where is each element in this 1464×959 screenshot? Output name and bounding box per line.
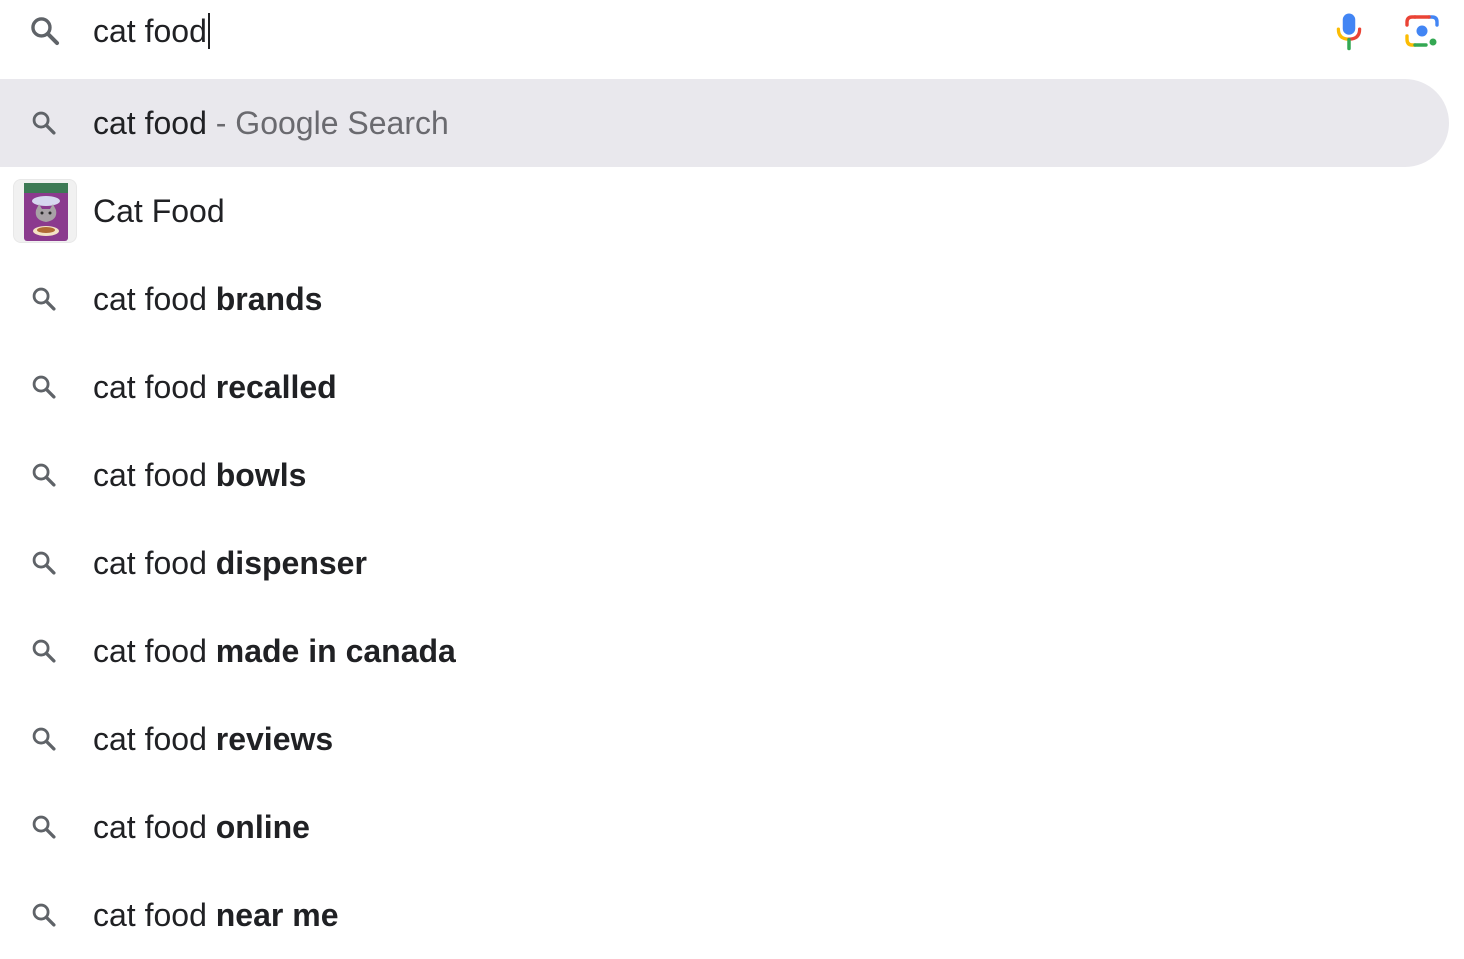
search-icon (32, 551, 56, 575)
suggestion-text: cat food made in canada (93, 607, 456, 695)
suggestion-prefix: cat food (93, 809, 207, 845)
suggestion-text: cat food dispenser (93, 519, 367, 607)
search-query-text: cat food (93, 13, 207, 49)
suggestion-completion: made in canada (206, 633, 456, 669)
search-bar[interactable]: cat food (0, 0, 1464, 62)
lens-icon[interactable] (1404, 14, 1440, 48)
suggestion-prefix: cat food (93, 545, 207, 581)
suggestion-completion: dispenser (206, 545, 367, 581)
text-caret (207, 13, 210, 49)
suggestion-prefix: cat food (93, 369, 207, 405)
suggestion-text: cat food online (93, 783, 310, 871)
search-icon (32, 111, 56, 135)
suggestion-prefix: cat food (93, 897, 207, 933)
search-icon (32, 375, 56, 399)
suggestion-prefix: cat food (93, 633, 207, 669)
suggestion-item[interactable]: cat food recalled (0, 343, 1449, 431)
suggestion-prefix: cat food (93, 721, 207, 757)
suggestion-item[interactable]: Cat Food (0, 167, 1449, 255)
suggestion-item[interactable]: cat food brands (0, 255, 1449, 343)
suggestion-label: Cat Food (93, 193, 225, 229)
search-icon (32, 815, 56, 839)
suggestion-text: cat food - Google Search (93, 79, 449, 167)
search-icon (32, 639, 56, 663)
search-input[interactable]: cat food (93, 10, 210, 52)
search-icon (31, 17, 60, 46)
search-icon (32, 903, 56, 927)
suggestion-prefix: cat food (93, 281, 207, 317)
suggestion-text: cat food brands (93, 255, 322, 343)
suggestion-suffix: - Google Search (206, 105, 449, 141)
suggestion-prefix: cat food (93, 105, 207, 141)
suggestion-item[interactable]: cat food reviews (0, 695, 1449, 783)
suggestion-completion: bowls (206, 457, 307, 493)
suggestion-text: Cat Food (93, 167, 225, 255)
search-icon (32, 287, 56, 311)
search-icon (32, 463, 56, 487)
suggestion-item[interactable]: cat food online (0, 783, 1449, 871)
suggestion-completion: online (206, 809, 310, 845)
suggestion-completion: recalled (206, 369, 337, 405)
product-thumbnail (13, 179, 77, 243)
suggestion-completion: near me (206, 897, 339, 933)
suggestion-item[interactable]: cat food bowls (0, 431, 1449, 519)
suggestion-item[interactable]: cat food made in canada (0, 607, 1449, 695)
mic-icon[interactable] (1334, 11, 1364, 51)
suggestion-item[interactable]: cat food - Google Search (0, 79, 1449, 167)
suggestion-list: cat food - Google Search Cat Food cat food… (0, 79, 1464, 959)
suggestion-completion: reviews (206, 721, 334, 757)
suggestion-prefix: cat food (93, 457, 207, 493)
suggestion-item[interactable]: cat food near me (0, 871, 1449, 959)
search-icon (32, 727, 56, 751)
suggestion-text: cat food recalled (93, 343, 337, 431)
suggestion-text: cat food near me (93, 871, 338, 959)
suggestion-text: cat food reviews (93, 695, 333, 783)
suggestion-text: cat food bowls (93, 431, 306, 519)
suggestion-completion: brands (206, 281, 323, 317)
suggestion-item[interactable]: cat food dispenser (0, 519, 1449, 607)
